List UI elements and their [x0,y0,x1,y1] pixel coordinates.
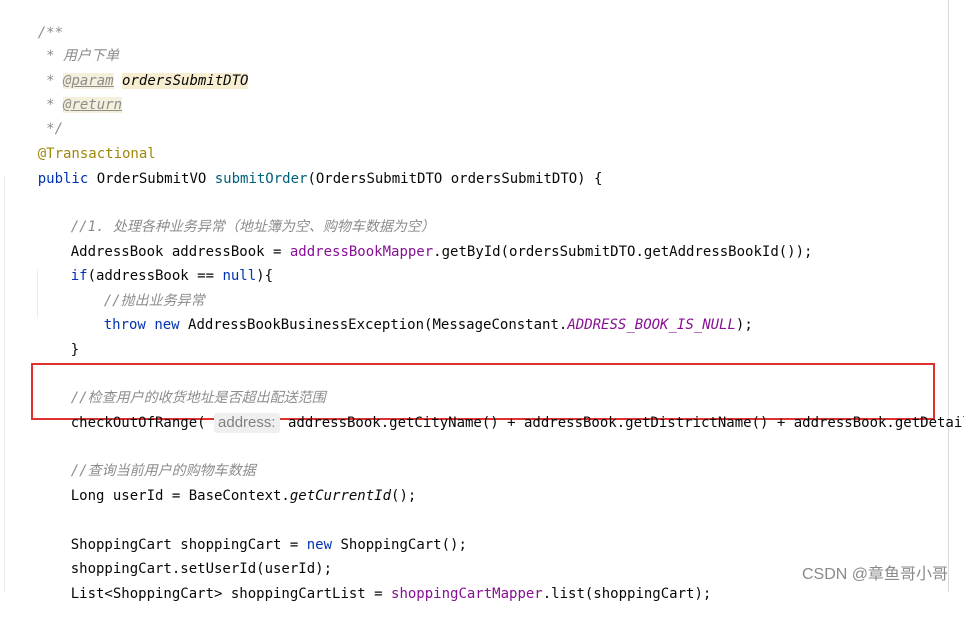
parameter-hint: address: [214,413,280,433]
close-brace: } [70,342,80,358]
field: shoppingCartMapper [391,586,543,602]
code-line: //查询当前用户的购物车数据 [37,438,256,479]
code-line: //1. 处理各种业务异常（地址簿为空、购物车数据为空） [37,194,435,235]
code-text: Long userId = BaseContext. [70,488,290,504]
code-text: addressBook.getCityName() + addressBook.… [279,415,964,431]
method-name: submitOrder [214,171,308,187]
code-line: @Transactional [4,121,156,162]
watermark: CSDN @章鱼哥小哥 [801,566,948,583]
constant: ADDRESS_BOOK_IS_NULL [567,317,736,333]
editor-right-border [948,0,949,592]
keyword: throw [103,317,146,333]
static-method: getCurrentId [289,488,392,504]
code-line: public OrderSubmitVO submitOrder(OrdersS… [4,146,603,187]
code-text: .list(shoppingCart); [542,586,712,602]
method-params: (OrdersSubmitDTO ordersSubmitDTO) { [307,171,603,187]
code-text: AddressBookBusinessException(MessageCons… [179,317,568,333]
return-type: OrderSubmitVO [88,171,215,187]
code-text: ){ [256,268,274,284]
indent-guide [4,176,5,592]
code-text: ); [735,317,753,333]
keyword: public [37,171,89,187]
keyword: new [154,317,180,333]
code-line: * 用户下单 [4,23,119,64]
code-line: * @return [4,72,123,113]
code-line: if(addressBook == null){ [37,243,273,284]
code-text: .getById(ordersSubmitDTO.getAddressBookI… [433,244,813,260]
keyword: null [222,268,257,284]
code-line: List<ShoppingCart> shoppingCartList = sh… [37,561,712,602]
doc-return-tag: @return [63,97,123,113]
code-line: checkOutOfRange( address: addressBook.ge… [37,390,964,433]
code-line: } [37,317,79,358]
code-line: throw new AddressBookBusinessException(M… [70,292,753,333]
code-text: List<ShoppingCart> shoppingCartList = [70,586,392,602]
code-text: ShoppingCart(); [332,537,467,553]
method-call: checkOutOfRange( [70,415,206,431]
code-line: AddressBook addressBook = addressBookMap… [37,219,813,260]
code-line: /** [4,0,63,41]
code-line: //抛出业务异常 [70,268,205,309]
field: addressBookMapper [289,244,434,260]
code-line: * @param ordersSubmitDTO [4,48,249,89]
code-line: ShoppingCart shoppingCart = new Shopping… [37,512,467,553]
code-line: */ [4,96,63,137]
code-line: //检查用户的收货地址是否超出配送范围 [37,365,326,406]
code-text: (); [391,488,417,504]
code-line: shoppingCart.setUserId(userId); [37,536,332,577]
code-line: Long userId = BaseContext.getCurrentId()… [37,463,417,504]
doc-param-name: ordersSubmitDTO [122,73,249,89]
